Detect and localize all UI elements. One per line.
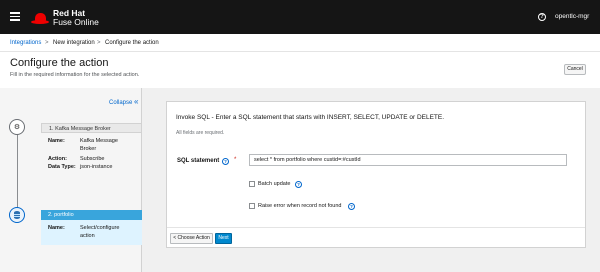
collapse-button[interactable]: Collapse « (109, 97, 138, 106)
double-chevron-left-icon: « (134, 97, 139, 106)
breadcrumb-current: Configure the action (105, 40, 159, 46)
question-circle-icon[interactable]: ? (348, 203, 355, 210)
next-button[interactable]: Next (215, 233, 232, 244)
sql-statement-label: SQL statement (177, 158, 220, 164)
integration-steps-sidebar: Collapse « ⚙ 1. Kafka Message Broker Nam… (0, 88, 142, 272)
breadcrumb-separator: > (97, 40, 101, 46)
collapse-label: Collapse (109, 100, 133, 106)
breadcrumb-new-integration[interactable]: New integration (53, 40, 95, 46)
breadcrumb-separator: > (45, 40, 49, 46)
required-note: All fields are required. (176, 130, 225, 136)
batch-update-label: Batch update (258, 181, 291, 187)
step-card-kafka[interactable]: 1. Kafka Message Broker Name: Kafka Messa… (41, 123, 142, 171)
step-field: Name: Select/configure action (48, 225, 120, 239)
step-field: Action: Subscribe (48, 156, 105, 162)
page-subtitle: Fill in the required information for the… (10, 72, 140, 78)
brand-logo[interactable]: Red Hat Fuse Online (31, 7, 99, 29)
step-title: 1. Kafka Message Broker (41, 123, 142, 133)
step-title: 2. portfolio (41, 210, 142, 220)
step-1-circle[interactable]: ⚙ (9, 119, 25, 135)
required-asterisk: * (234, 157, 237, 163)
question-circle-icon[interactable]: ? (538, 13, 546, 21)
kafka-icon: ⚙ (13, 123, 21, 131)
step-field: Name: Kafka Message Broker (48, 138, 118, 152)
redhat-logo-icon (31, 12, 49, 25)
page-header: Configure the action Fill in the require… (0, 52, 600, 88)
sql-statement-input[interactable] (249, 154, 567, 166)
question-circle-icon[interactable]: ? (295, 181, 302, 188)
choose-action-button[interactable]: < Choose Action (170, 233, 213, 244)
brand-line2: Fuse Online (53, 17, 99, 27)
hamburger-menu-icon[interactable] (10, 12, 20, 21)
question-circle-icon[interactable]: ? (222, 158, 229, 165)
raise-error-label: Raise error when record not found (258, 203, 342, 209)
step-2-circle[interactable] (9, 207, 25, 223)
step-card-portfolio[interactable]: 2. portfolio Name: Select/configure actio… (41, 210, 142, 245)
step-field: Data Type: json-instance (48, 164, 113, 170)
form-footer: < Choose Action Next (167, 227, 585, 248)
page-title: Configure the action (10, 57, 109, 69)
step-connector (17, 133, 18, 211)
masthead: Red Hat Fuse Online ? opentlc-mgr (0, 0, 600, 34)
user-menu[interactable]: opentlc-mgr (555, 13, 589, 20)
batch-update-checkbox[interactable] (249, 181, 255, 187)
form-title: Invoke SQL - Enter a SQL statement that … (176, 114, 445, 121)
configure-action-form: Invoke SQL - Enter a SQL statement that … (166, 101, 586, 248)
breadcrumb: Integrations > New integration > Configu… (0, 34, 600, 52)
cancel-button[interactable]: Cancel (564, 64, 586, 75)
raise-error-checkbox[interactable] (249, 203, 255, 209)
breadcrumb-integrations[interactable]: Integrations (10, 40, 41, 46)
